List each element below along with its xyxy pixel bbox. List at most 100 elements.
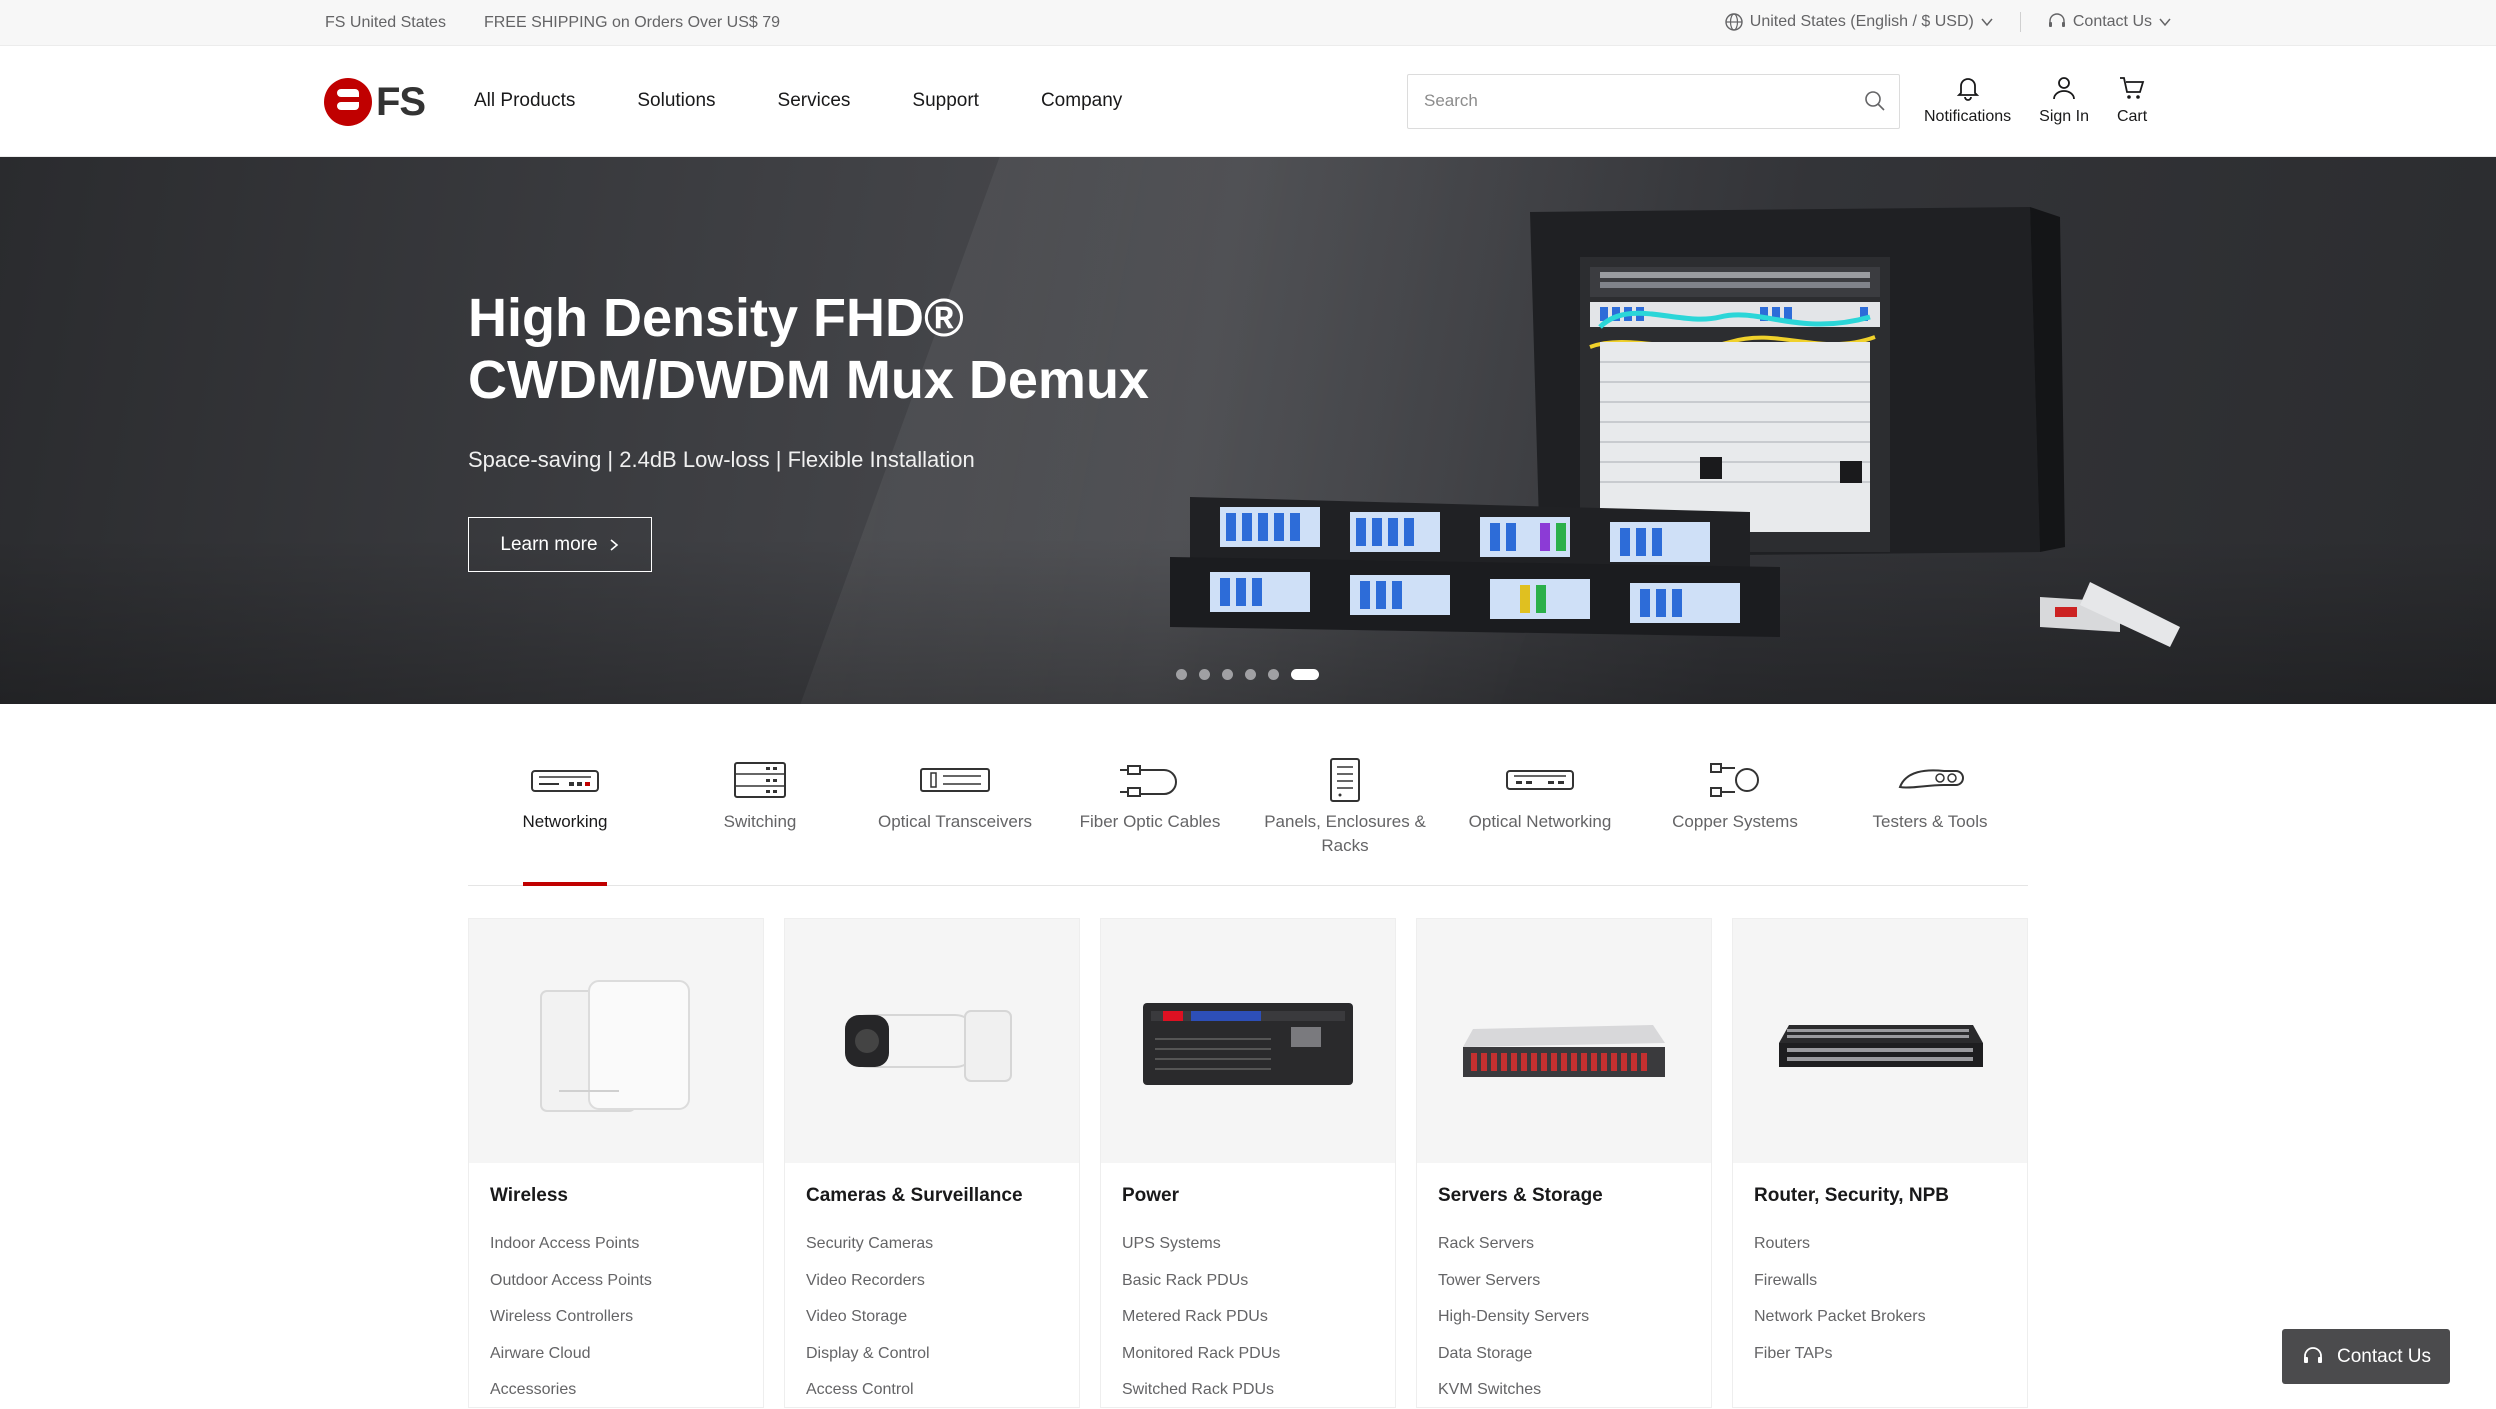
- contact-us-chat-label: Contact Us: [2337, 1345, 2431, 1367]
- tab-panels-enclosures-racks[interactable]: Panels, Enclosures & Racks: [1260, 756, 1430, 858]
- cart-button[interactable]: Cart: [2117, 74, 2147, 126]
- card-image[interactable]: [1101, 919, 1395, 1163]
- fiber-cable-icon: [1120, 765, 1177, 797]
- contact-us-chat-button[interactable]: Contact Us: [2282, 1329, 2450, 1384]
- card-link[interactable]: Metered Rack PDUs: [1122, 1299, 1280, 1336]
- card-link[interactable]: Wireless Controllers: [490, 1299, 652, 1336]
- nav-services[interactable]: Services: [778, 90, 851, 112]
- card-link[interactable]: Security Cameras: [806, 1226, 933, 1263]
- carousel-dot[interactable]: [1268, 669, 1279, 680]
- tester-icon: [1898, 769, 1964, 789]
- carousel-dot[interactable]: [1245, 669, 1256, 680]
- tab-testers-tools[interactable]: Testers & Tools: [1845, 756, 2015, 834]
- card-links: Security Cameras Video Recorders Video S…: [806, 1226, 933, 1409]
- top-bar: FS United States FREE SHIPPING on Orders…: [0, 0, 2496, 46]
- search-icon[interactable]: [1863, 89, 1887, 113]
- card-link[interactable]: Access Control: [806, 1372, 933, 1409]
- nav-support[interactable]: Support: [912, 90, 979, 112]
- hero-banner[interactable]: High Density FHD® CWDM/DWDM Mux Demux Sp…: [0, 157, 2496, 704]
- access-point-image: [540, 980, 690, 1112]
- learn-more-label: Learn more: [500, 533, 598, 555]
- search-input[interactable]: [1424, 91, 1844, 111]
- contact-us-menu[interactable]: Contact Us: [2047, 12, 2172, 32]
- fs-logo[interactable]: FS: [324, 78, 426, 126]
- active-tab-indicator: [523, 882, 607, 886]
- card-link[interactable]: Fiber TAPs: [1754, 1336, 1926, 1373]
- product-cards: Wireless Indoor Access Points Outdoor Ac…: [468, 918, 2028, 1408]
- card-links: UPS Systems Basic Rack PDUs Metered Rack…: [1122, 1226, 1280, 1409]
- card-link[interactable]: Monitored Rack PDUs: [1122, 1336, 1280, 1373]
- tab-testers-tools-label: Testers & Tools: [1872, 812, 1988, 831]
- tab-switching[interactable]: Switching: [675, 756, 845, 834]
- card-servers-storage[interactable]: Servers & Storage Rack Servers Tower Ser…: [1416, 918, 1712, 1408]
- card-link[interactable]: Switched Rack PDUs: [1122, 1372, 1280, 1409]
- card-router-security-npb[interactable]: Router, Security, NPB Routers Firewalls …: [1732, 918, 2028, 1408]
- card-image[interactable]: [469, 919, 763, 1163]
- card-link[interactable]: Basic Rack PDUs: [1122, 1263, 1280, 1300]
- card-link[interactable]: Tower Servers: [1438, 1263, 1589, 1300]
- card-title[interactable]: Wireless: [490, 1185, 568, 1207]
- card-power[interactable]: Power UPS Systems Basic Rack PDUs Metere…: [1100, 918, 1396, 1408]
- router-image: [1779, 1025, 1983, 1067]
- region-selector[interactable]: United States (English / $ USD): [1724, 12, 1994, 32]
- main-header: FS All Products Solutions Services Suppo…: [0, 46, 2496, 157]
- card-image[interactable]: [785, 919, 1079, 1163]
- sign-in-button[interactable]: Sign In: [2039, 74, 2089, 126]
- globe-icon: [1725, 13, 1743, 31]
- carousel-dot[interactable]: [1199, 669, 1210, 680]
- card-title[interactable]: Servers & Storage: [1438, 1185, 1603, 1207]
- card-link[interactable]: UPS Systems: [1122, 1226, 1280, 1263]
- chevron-down-icon: [2159, 18, 2171, 27]
- card-title[interactable]: Power: [1122, 1185, 1179, 1207]
- card-image[interactable]: [1417, 919, 1711, 1163]
- card-link[interactable]: Accessories: [490, 1372, 652, 1409]
- card-link[interactable]: Video Storage: [806, 1299, 933, 1336]
- card-link[interactable]: Outdoor Access Points: [490, 1263, 652, 1300]
- learn-more-button[interactable]: Learn more: [468, 517, 652, 572]
- category-tabs: Networking Switching Optical Transceiver…: [468, 704, 2028, 886]
- card-link[interactable]: Routers: [1754, 1226, 1926, 1263]
- rack-icon: [1330, 758, 1360, 802]
- carousel-dot-active[interactable]: [1291, 669, 1319, 680]
- card-link[interactable]: Rack Servers: [1438, 1226, 1589, 1263]
- hero-title-line-2: CWDM/DWDM Mux Demux: [468, 350, 1149, 410]
- card-title[interactable]: Cameras & Surveillance: [806, 1185, 1023, 1207]
- network-device-icon: [531, 770, 599, 792]
- transceiver-icon: [920, 768, 990, 792]
- chevron-right-icon: [610, 538, 618, 551]
- site-region-label[interactable]: FS United States: [325, 14, 446, 32]
- card-links: Routers Firewalls Network Packet Brokers…: [1754, 1226, 1926, 1372]
- card-link[interactable]: Indoor Access Points: [490, 1226, 652, 1263]
- cart-label: Cart: [2116, 108, 2148, 125]
- hero-title: High Density FHD® CWDM/DWDM Mux Demux: [468, 287, 1228, 411]
- card-link[interactable]: Display & Control: [806, 1336, 933, 1373]
- card-link[interactable]: Network Packet Brokers: [1754, 1299, 1926, 1336]
- mux-demux-product-image: [1170, 207, 2180, 647]
- carousel-dot[interactable]: [1222, 669, 1233, 680]
- card-link[interactable]: Data Storage: [1438, 1336, 1589, 1373]
- security-camera-image: [845, 1010, 1012, 1082]
- nav-solutions[interactable]: Solutions: [637, 90, 715, 112]
- tab-networking-label: Networking: [522, 812, 608, 831]
- card-title[interactable]: Router, Security, NPB: [1754, 1185, 1949, 1207]
- card-link[interactable]: KVM Switches: [1438, 1372, 1589, 1409]
- tab-optical-transceivers[interactable]: Optical Transceivers: [870, 756, 1040, 834]
- card-link[interactable]: Video Recorders: [806, 1263, 933, 1300]
- notifications-button[interactable]: Notifications: [1924, 74, 2011, 126]
- free-shipping-promo[interactable]: FREE SHIPPING on Orders Over US$ 79: [484, 14, 780, 32]
- tab-fiber-optic-cables[interactable]: Fiber Optic Cables: [1065, 756, 1235, 834]
- tab-copper-systems[interactable]: Copper Systems: [1650, 756, 1820, 834]
- card-link[interactable]: Firewalls: [1754, 1263, 1926, 1300]
- headset-icon: [2304, 1346, 2322, 1363]
- tab-optical-networking[interactable]: Optical Networking: [1455, 756, 1625, 834]
- tab-networking[interactable]: Networking: [480, 756, 650, 834]
- card-image[interactable]: [1733, 919, 2027, 1163]
- card-link[interactable]: Airware Cloud: [490, 1336, 652, 1373]
- card-cameras-surveillance[interactable]: Cameras & Surveillance Security Cameras …: [784, 918, 1080, 1408]
- nav-all-products[interactable]: All Products: [474, 90, 575, 112]
- tab-copper-systems-label: Copper Systems: [1672, 812, 1798, 831]
- card-wireless[interactable]: Wireless Indoor Access Points Outdoor Ac…: [468, 918, 764, 1408]
- nav-company[interactable]: Company: [1041, 90, 1122, 112]
- carousel-dot[interactable]: [1176, 669, 1187, 680]
- card-link[interactable]: High-Density Servers: [1438, 1299, 1589, 1336]
